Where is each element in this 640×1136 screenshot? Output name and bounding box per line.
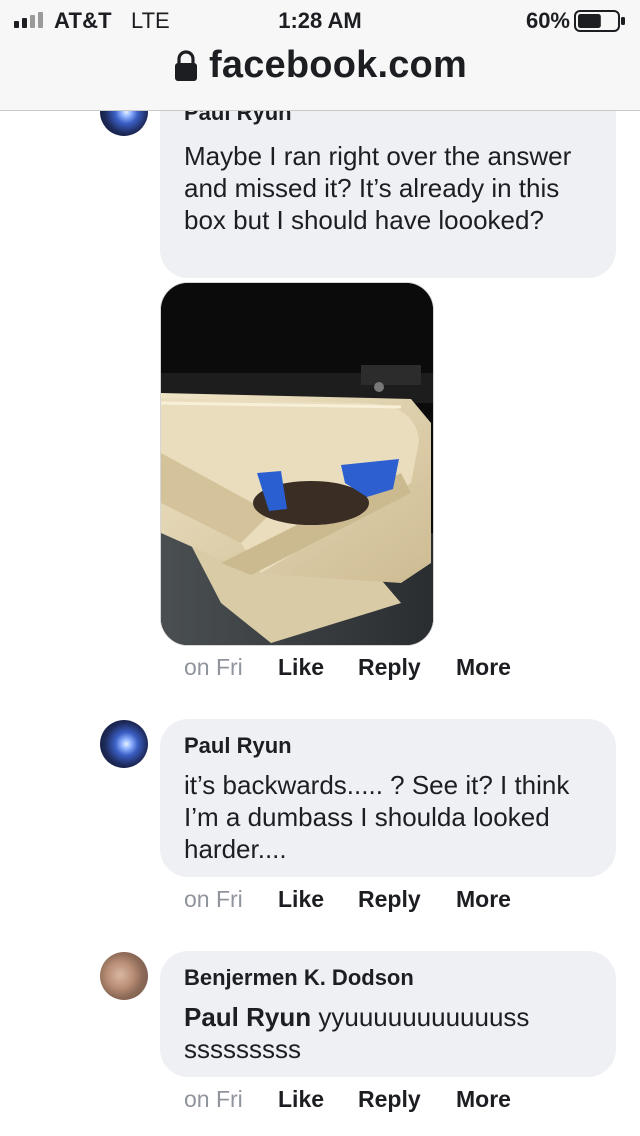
comment-bubble: Benjermen K. Dodson Paul Ryun yyuuuuuuuu…: [160, 951, 616, 1077]
avatar[interactable]: [100, 720, 148, 768]
status-bar: AT&T LTE 1:28 AM 60%: [0, 0, 640, 40]
mention-link[interactable]: Paul Ryun: [184, 1002, 311, 1032]
more-button[interactable]: More: [456, 886, 511, 913]
avatar[interactable]: [100, 952, 148, 1000]
comment-timestamp[interactable]: on Fri: [184, 1086, 278, 1113]
lock-icon: [175, 49, 198, 81]
comment-actions: on Fri Like Reply More: [184, 654, 511, 681]
browser-top-bar: AT&T LTE 1:28 AM 60% facebook.com: [0, 0, 640, 111]
url-domain: facebook.com: [209, 44, 467, 86]
comment-timestamp[interactable]: on Fri: [184, 654, 278, 681]
battery-icon: [574, 10, 625, 32]
reply-button[interactable]: Reply: [358, 1086, 456, 1113]
like-button[interactable]: Like: [278, 886, 358, 913]
comment-photo[interactable]: [160, 282, 434, 646]
comment-actions: on Fri Like Reply More: [184, 1086, 511, 1113]
comment-text: Maybe I ran right over the answer and mi…: [184, 141, 572, 235]
like-button[interactable]: Like: [278, 654, 358, 681]
more-button[interactable]: More: [456, 1086, 511, 1113]
photo-attachment-icon: [161, 283, 433, 645]
comment-bubble: Paul Ryun it’s backwards..... ? See it? …: [160, 719, 616, 877]
comment-text: it’s backwards..... ? See it? I think I’…: [184, 770, 570, 864]
more-button[interactable]: More: [456, 654, 511, 681]
comment-author[interactable]: Benjermen K. Dodson: [184, 965, 592, 991]
battery-percent: 60%: [525, 8, 570, 33]
comment-actions: on Fri Like Reply More: [184, 886, 511, 913]
comment-timestamp[interactable]: on Fri: [184, 886, 278, 913]
reply-button[interactable]: Reply: [358, 886, 456, 913]
address-bar[interactable]: facebook.com: [0, 44, 640, 92]
comment-text: Paul Ryun yyuuuuuuuuuuuss sssssssss: [184, 1001, 592, 1065]
reply-button[interactable]: Reply: [358, 654, 456, 681]
like-button[interactable]: Like: [278, 1086, 358, 1113]
comment-bubble: Paul Ryun Maybe I ran right over the ans…: [160, 84, 616, 278]
comment-thread: Paul Ryun Maybe I ran right over the ans…: [0, 0, 640, 1136]
comment-author[interactable]: Paul Ryun: [184, 733, 592, 759]
